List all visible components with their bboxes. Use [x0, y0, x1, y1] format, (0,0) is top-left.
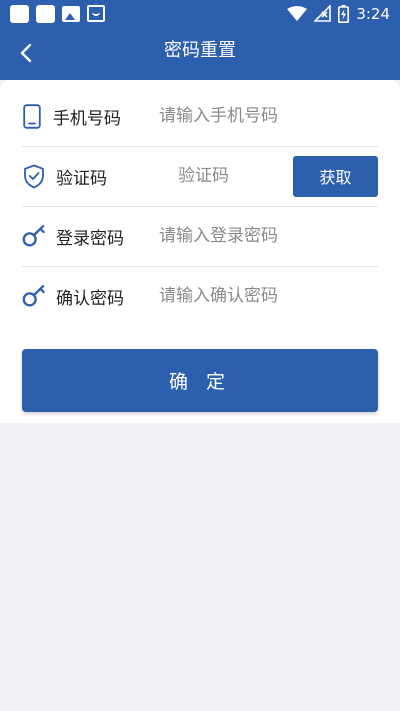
get-code-button[interactable]: 获取 [293, 155, 378, 197]
verification-code-row: 验证码 获取 [22, 146, 378, 206]
image-notification-icon [62, 5, 80, 22]
page-title: 密码重置 [164, 40, 236, 61]
status-bar-system: 3:24 [287, 4, 390, 23]
no-signal-icon [314, 5, 332, 22]
confirm-button[interactable]: 确 定 [22, 349, 378, 412]
verification-code-input[interactable] [178, 156, 290, 196]
verification-code-label: 验证码 [56, 168, 107, 189]
battery-charging-icon [338, 4, 350, 23]
reset-password-form: 手机号码 验证码 获取 登录密码 [0, 80, 400, 423]
confirm-password-row: 确认密码 [22, 266, 378, 326]
phone-row: 手机号码 [22, 86, 378, 146]
key-icon [22, 223, 46, 249]
status-bar-notifications [10, 4, 105, 23]
notification-icon [36, 4, 55, 23]
shield-check-icon [22, 163, 46, 189]
status-bar: 3:24 [0, 0, 400, 27]
confirm-password-label: 确认密码 [56, 288, 124, 309]
phone-icon [22, 103, 43, 129]
app-bar: 密码重置 [0, 27, 400, 80]
status-time: 3:24 [356, 4, 390, 23]
key-icon [22, 283, 46, 309]
phone-label: 手机号码 [52, 108, 121, 129]
confirm-password-input[interactable] [159, 276, 378, 316]
login-password-row: 登录密码 [22, 206, 378, 266]
wifi-icon [287, 5, 308, 21]
phone-input[interactable] [159, 96, 378, 136]
login-password-label: 登录密码 [56, 228, 124, 249]
notification-icon [10, 4, 29, 23]
shopping-bag-notification-icon [87, 5, 105, 22]
login-password-input[interactable] [159, 216, 378, 256]
